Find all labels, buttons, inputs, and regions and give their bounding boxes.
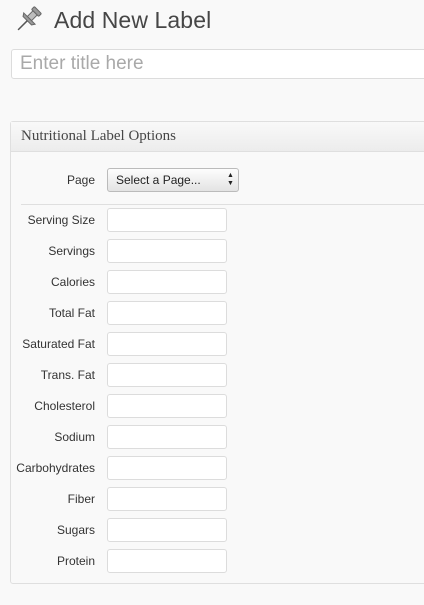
field-label: Servings: [48, 244, 95, 258]
field-row: Fiber: [11, 487, 424, 511]
field-label: Total Fat: [48, 306, 95, 320]
field-row: Trans. Fat: [11, 363, 424, 387]
select-arrows-icon: ▲ ▼: [227, 172, 234, 187]
field-row: Servings: [11, 239, 424, 263]
field-input[interactable]: [107, 425, 227, 449]
page-select-value: Select a Page...: [116, 173, 201, 187]
field-input[interactable]: [107, 363, 227, 387]
field-label: Saturated Fat: [22, 337, 95, 351]
field-input[interactable]: [107, 239, 227, 263]
nutritional-label-options-box: Nutritional Label Options Page Select a …: [10, 121, 424, 584]
field-row: Cholesterol: [11, 394, 424, 418]
field-input[interactable]: [107, 270, 227, 294]
pushpin-icon: [17, 6, 42, 31]
field-input[interactable]: [107, 208, 227, 232]
field-row: Calories: [11, 270, 424, 294]
field-label: Sodium: [54, 430, 95, 444]
page-title: Add New Label: [54, 6, 212, 33]
field-input[interactable]: [107, 456, 227, 480]
field-row: Sodium: [11, 425, 424, 449]
field-row: Carbohydrates: [11, 456, 424, 480]
page-select[interactable]: Select a Page... ▲ ▼: [107, 168, 239, 192]
metabox-header[interactable]: Nutritional Label Options: [11, 122, 424, 152]
metabox-title: Nutritional Label Options: [21, 128, 176, 144]
page-label: Page: [66, 173, 95, 187]
field-label: Cholesterol: [34, 399, 95, 413]
field-input[interactable]: [107, 487, 227, 511]
divider: [21, 204, 424, 205]
field-input[interactable]: [107, 301, 227, 325]
field-label: Fiber: [67, 492, 95, 506]
field-label: Calories: [50, 275, 95, 289]
field-row: Sugars: [11, 518, 424, 542]
field-label: Protein: [56, 554, 95, 568]
field-input[interactable]: [107, 394, 227, 418]
title-input[interactable]: [11, 49, 424, 79]
field-row: Serving Size: [11, 208, 424, 232]
field-row: Total Fat: [11, 301, 424, 325]
field-row: Saturated Fat: [11, 332, 424, 356]
field-input[interactable]: [107, 549, 227, 573]
field-input[interactable]: [107, 332, 227, 356]
page-row: Page Select a Page... ▲ ▼: [11, 168, 424, 194]
field-input[interactable]: [107, 518, 227, 542]
field-label: Serving Size: [27, 213, 95, 227]
field-row: Protein: [11, 549, 424, 573]
field-label: Sugars: [56, 523, 95, 537]
page-header: Add New Label: [12, 3, 211, 37]
field-label: Carbohydrates: [16, 461, 95, 475]
field-label: Trans. Fat: [40, 368, 95, 382]
